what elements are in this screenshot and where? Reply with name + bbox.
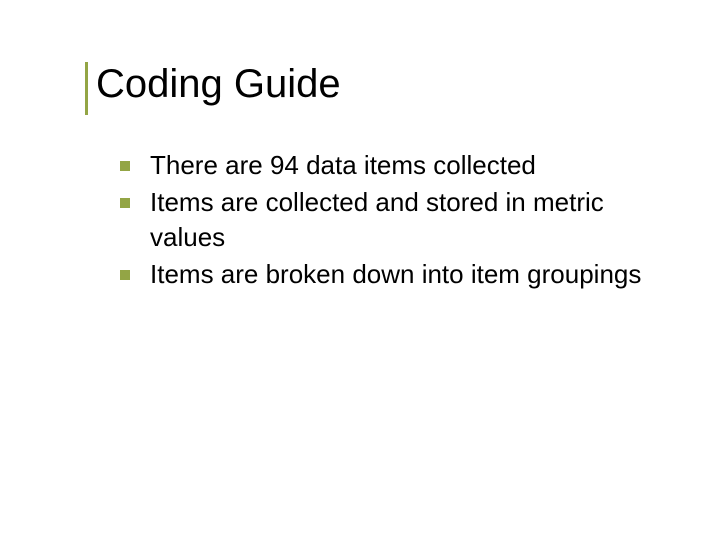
square-bullet-icon (120, 270, 130, 280)
list-item: Items are broken down into item grouping… (120, 257, 680, 292)
bullet-text: Items are broken down into item grouping… (150, 257, 641, 292)
slide: Coding Guide There are 94 data items col… (0, 0, 720, 540)
bullet-text: There are 94 data items collected (150, 148, 536, 183)
title-accent-line (85, 62, 88, 115)
list-item: There are 94 data items collected (120, 148, 680, 183)
square-bullet-icon (120, 198, 130, 208)
slide-title: Coding Guide (96, 62, 680, 106)
square-bullet-icon (120, 161, 130, 171)
bullet-text: Items are collected and stored in metric… (150, 185, 680, 255)
list-item: Items are collected and stored in metric… (120, 185, 680, 255)
bullet-list: There are 94 data items collected Items … (96, 148, 680, 292)
